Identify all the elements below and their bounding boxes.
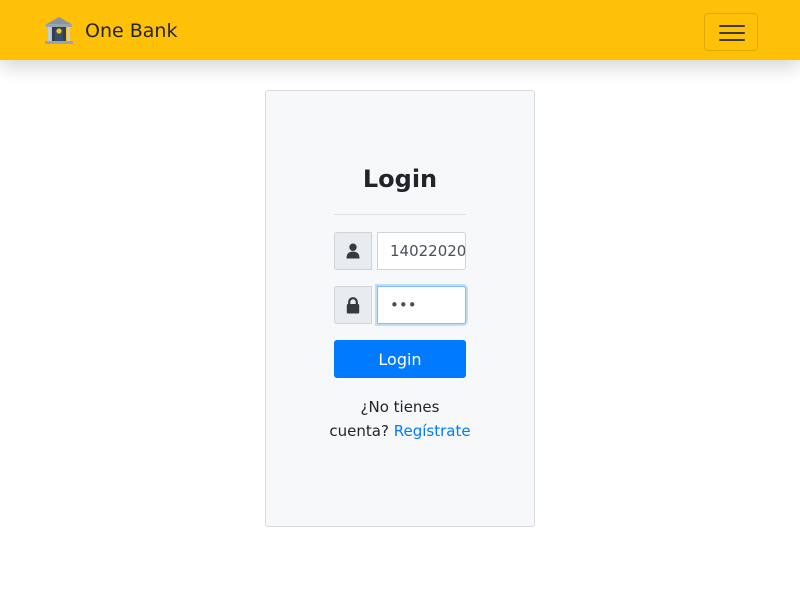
- username-group: [334, 232, 466, 270]
- navbar-menu-toggle[interactable]: [704, 13, 758, 51]
- password-group: [334, 286, 466, 324]
- login-button[interactable]: Login: [334, 340, 466, 378]
- lock-icon: [346, 296, 360, 313]
- bank-building-icon: [45, 17, 73, 44]
- navbar: One Bank: [0, 0, 800, 60]
- register-link[interactable]: Regístrate: [394, 422, 471, 440]
- title-divider: [334, 214, 466, 215]
- signup-prompt-line1: ¿No tienes: [360, 398, 440, 416]
- brand-link[interactable]: One Bank: [42, 14, 177, 48]
- user-icon: [346, 243, 360, 259]
- username-prepend: [334, 232, 372, 270]
- brand-name: One Bank: [85, 19, 178, 42]
- password-input[interactable]: [377, 286, 466, 324]
- signup-prompt: ¿No tienes cuenta? Regístrate: [326, 395, 474, 443]
- signup-prompt-line2: cuenta?: [329, 422, 389, 440]
- login-title: Login: [362, 165, 438, 193]
- username-input[interactable]: [377, 232, 466, 270]
- password-prepend: [334, 286, 372, 324]
